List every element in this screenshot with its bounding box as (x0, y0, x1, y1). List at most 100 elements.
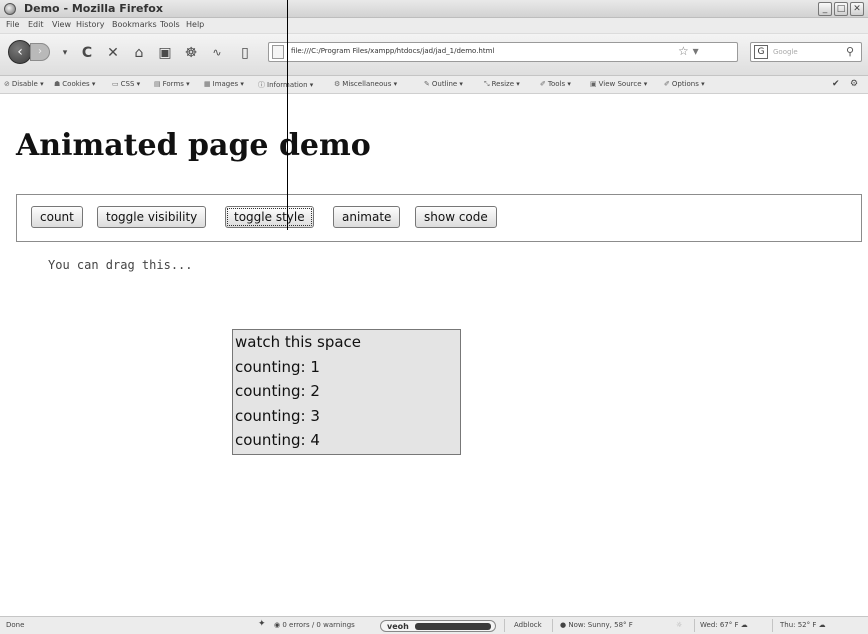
veoh-progress (415, 623, 491, 630)
view-source-icon: ▣ (590, 80, 597, 88)
weather-wed[interactable]: Wed: 67° F ☁ (700, 621, 748, 629)
counting-line: counting: 1 (235, 357, 320, 376)
search-engine-icon[interactable]: G (754, 45, 768, 59)
menu-bookmarks[interactable]: Bookmarks (112, 20, 157, 29)
images-icon: ▦ (204, 80, 211, 88)
error-count-text: 0 errors / 0 warnings (282, 621, 355, 629)
weather-now[interactable]: ● Now: Sunny, 58° F (560, 621, 633, 629)
dev-view-source[interactable]: ▣ View Source ▾ (590, 80, 647, 88)
web-developer-toolbar: ⊘ Disable ▾ ☗ Cookies ▾ ▭ CSS ▾ ▤ Forms ▾ ▦ I… (0, 76, 868, 94)
counting-line: counting: 4 (235, 431, 320, 449)
search-icon[interactable]: ⚲ (846, 45, 854, 58)
cloud-icon: ☁ (818, 621, 826, 629)
button-panel: count toggle visibility toggle style ani… (16, 194, 862, 242)
menu-bar: File Edit View History Bookmarks Tools H… (0, 18, 868, 34)
navigation-toolbar: ‹ › ▾ C ✕ ⌂ ▣ ☸ ∿ ▯ file:///C:/Program F… (0, 34, 868, 76)
menu-view[interactable]: View (52, 20, 71, 29)
outline-icon: ✎ (424, 80, 430, 88)
weather-globe-icon: ● (560, 621, 567, 629)
settings-icon[interactable]: ⚙ (850, 79, 858, 89)
status-bar: Done ✦ ◉ 0 errors / 0 warnings veoh Adbl… (0, 616, 868, 634)
dev-forms-label: Forms (162, 80, 184, 88)
options-icon: ✐ (664, 80, 670, 88)
close-button[interactable]: ✕ (850, 2, 864, 16)
url-bar[interactable]: file:///C:/Program Files/xampp/htdocs/ja… (268, 42, 738, 62)
reload-icon[interactable]: C (78, 44, 96, 62)
menu-edit[interactable]: Edit (28, 20, 44, 29)
status-divider (552, 619, 553, 632)
count-button[interactable]: count (31, 206, 83, 228)
menu-history[interactable]: History (76, 20, 104, 29)
page-icon: ▯ (241, 45, 249, 61)
maximize-button[interactable]: □ (834, 2, 848, 16)
miscellaneous-icon: ⚙ (334, 80, 341, 88)
back-icon[interactable]: ‹ (8, 40, 32, 64)
dev-forms[interactable]: ▤ Forms ▾ (154, 80, 190, 88)
dev-css-label: CSS (120, 80, 135, 88)
page-favicon-icon (272, 45, 284, 59)
validation-check-icon[interactable]: ✔ (832, 79, 840, 89)
draggable-text[interactable]: You can drag this... (48, 258, 193, 272)
dev-information[interactable]: ⓘInformation ▾ (258, 80, 313, 90)
status-divider (694, 619, 695, 632)
adblock-label[interactable]: Adblock (514, 621, 542, 629)
menu-tools[interactable]: Tools (160, 20, 180, 29)
rss-icon[interactable]: ∿ (208, 44, 226, 62)
dev-disable[interactable]: ⊘ Disable ▾ (4, 80, 44, 88)
callout-line (287, 0, 288, 230)
resize-icon: ⤡ (484, 80, 490, 88)
dev-options[interactable]: ✐ Options ▾ (664, 80, 705, 88)
dev-resize-label: Resize (491, 80, 515, 88)
toggle-visibility-button[interactable]: toggle visibility (97, 206, 207, 228)
dev-resize[interactable]: ⤡ Resize ▾ (484, 80, 520, 89)
tools-icon: ✐ (540, 80, 546, 88)
window-title: Demo - Mozilla Firefox (24, 2, 163, 15)
history-dropdown-icon[interactable]: ▾ (56, 44, 74, 62)
disable-icon: ⊘ (4, 80, 10, 88)
stop-icon[interactable]: ✕ (104, 44, 122, 62)
animate-button[interactable]: animate (333, 206, 401, 228)
show-code-button[interactable]: show code (415, 206, 497, 228)
forward-icon[interactable]: › (30, 43, 50, 61)
home-icon[interactable]: ⌂ (130, 44, 148, 62)
toggle-style-button[interactable]: toggle style (225, 206, 314, 228)
error-check-icon: ◉ (274, 621, 281, 629)
page-title: Animated page demo (16, 128, 371, 163)
status-divider (504, 619, 505, 632)
dev-images-label: Images (212, 80, 239, 88)
screenshot-icon[interactable]: ▣ (156, 44, 174, 62)
watch-space-box: watch this space counting: 1 counting: 2… (232, 329, 461, 455)
puzzle-icon[interactable]: ✦ (258, 619, 266, 629)
counting-line: counting: 3 (235, 406, 320, 425)
dev-css[interactable]: ▭ CSS ▾ (112, 80, 140, 88)
dev-view-source-label: View Source (598, 80, 642, 88)
menu-file[interactable]: File (6, 20, 19, 29)
error-console[interactable]: ◉ 0 errors / 0 warnings (274, 621, 355, 629)
minimize-button[interactable]: _ (818, 2, 832, 16)
counting-line: counting: 2 (235, 382, 320, 400)
dev-miscellaneous[interactable]: ⚙ Miscellaneous ▾ (334, 80, 397, 88)
firefox-icon (4, 3, 16, 15)
bookmark-star-icon[interactable]: ☆ ▾ (678, 44, 699, 58)
forms-icon: ▤ (154, 80, 161, 88)
information-icon: ⓘ (258, 81, 265, 89)
weather-thu-text: Thu: 52° F (780, 621, 817, 629)
menu-help[interactable]: Help (186, 20, 204, 29)
dev-disable-label: Disable (11, 80, 38, 88)
weather-thu[interactable]: Thu: 52° F ☁ (780, 621, 826, 629)
dev-images[interactable]: ▦ Images ▾ (204, 80, 244, 88)
page-content: Animated page demo count toggle visibili… (0, 94, 868, 616)
sun-icon: ☼ (676, 621, 683, 629)
status-text: Done (6, 621, 25, 629)
addon-icon[interactable]: ☸ (182, 44, 200, 62)
status-divider (772, 619, 773, 632)
dev-outline[interactable]: ✎ Outline ▾ (424, 80, 463, 88)
url-text[interactable]: file:///C:/Program Files/xampp/htdocs/ja… (291, 47, 494, 55)
window-title-bar: Demo - Mozilla Firefox _ □ ✕ (0, 0, 868, 18)
weather-now-text: Now: Sunny, 58° F (568, 621, 633, 629)
dev-tools[interactable]: ✐ Tools ▾ (540, 80, 571, 88)
veoh-widget[interactable]: veoh (380, 620, 496, 632)
watch-heading: watch this space (235, 333, 362, 351)
dev-cookies[interactable]: ☗ Cookies ▾ (54, 80, 95, 88)
dev-outline-label: Outline (431, 80, 458, 88)
